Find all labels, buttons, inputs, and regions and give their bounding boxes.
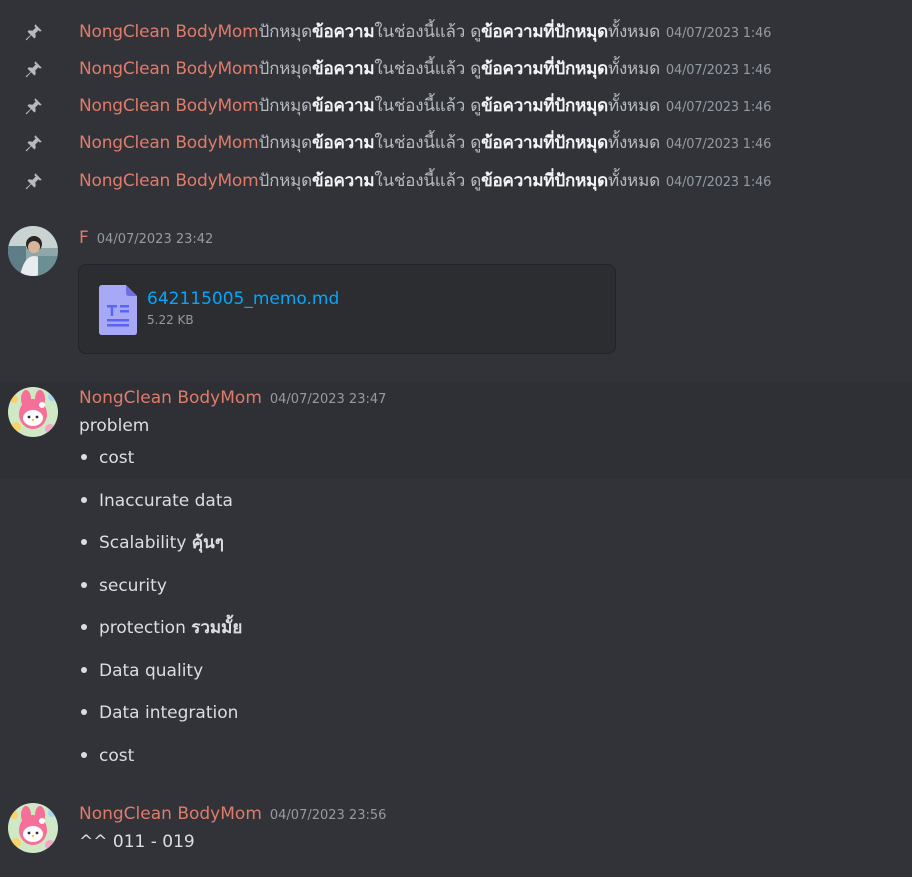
pin-text: ทั้งหมด: [607, 22, 660, 42]
list-item: security: [79, 575, 167, 597]
list-item-text: security: [99, 576, 167, 596]
pinned-messages-link[interactable]: ข้อความที่ปักหมุด: [481, 22, 608, 42]
document-icon: [99, 285, 137, 335]
message-timestamp: 04/07/2023 23:42: [96, 232, 214, 247]
message-author[interactable]: NongClean BodyMom: [79, 388, 262, 408]
avatar-nongclean[interactable]: [8, 387, 58, 437]
pinned-system-message: NongClean BodyMomปักหมุดข้อความในช่องนี้…: [0, 87, 912, 124]
pin-message-link[interactable]: ข้อความ: [312, 171, 375, 191]
list-item-note: คุ้นๆ: [191, 533, 224, 553]
avatar-f[interactable]: [8, 226, 58, 276]
list-item-text: protection: [99, 618, 192, 638]
file-name-link[interactable]: 642115005_memo.md: [147, 289, 339, 309]
pin-author[interactable]: NongClean BodyMom: [79, 22, 259, 42]
pinned-system-message: NongClean BodyMomปักหมุดข้อความในช่องนี้…: [0, 13, 912, 50]
pin-icon: [25, 98, 42, 115]
pin-icon: [25, 135, 42, 152]
avatar-nongclean[interactable]: [8, 803, 58, 853]
pin-author[interactable]: NongClean BodyMom: [79, 171, 259, 191]
pin-author[interactable]: NongClean BodyMom: [79, 96, 259, 116]
message-author[interactable]: F: [79, 228, 89, 248]
message-timestamp: 04/07/2023 23:56: [269, 808, 387, 823]
pin-message-link[interactable]: ข้อความ: [312, 59, 375, 79]
list-item-text: Scalability: [99, 533, 192, 553]
pin-text: ในช่องนี้แล้ว ดู: [374, 22, 482, 42]
list-item-text: Inaccurate data: [99, 491, 233, 511]
pin-timestamp: 04/07/2023 1:46: [665, 26, 772, 41]
pin-text: ในช่องนี้แล้ว ดู: [374, 59, 482, 79]
bullet-dot: [81, 751, 87, 758]
pin-text: ในช่องนี้แล้ว ดู: [374, 133, 482, 153]
pin-text: ปักหมุด: [258, 171, 313, 191]
message-author[interactable]: NongClean BodyMom: [79, 804, 262, 824]
bullet-dot: [81, 496, 87, 503]
pin-text: ในช่องนี้แล้ว ดู: [374, 171, 482, 191]
list-item: cost: [79, 447, 134, 469]
bullet-dot: [81, 453, 87, 460]
pin-author[interactable]: NongClean BodyMom: [79, 59, 259, 79]
pin-text: ปักหมุด: [258, 59, 313, 79]
pinned-messages-link[interactable]: ข้อความที่ปักหมุด: [481, 96, 608, 116]
pin-icon: [25, 61, 42, 78]
list-item: Data quality: [79, 660, 203, 682]
pin-text: ทั้งหมด: [607, 133, 660, 153]
list-item: Inaccurate data: [79, 490, 233, 512]
bullet-dot: [81, 623, 87, 630]
list-item: cost: [79, 745, 134, 767]
message-timestamp: 04/07/2023 23:47: [269, 392, 387, 407]
pinned-system-message: NongClean BodyMomปักหมุดข้อความในช่องนี้…: [0, 162, 912, 199]
pinned-system-message: NongClean BodyMomปักหมุดข้อความในช่องนี้…: [0, 50, 912, 87]
pin-icon: [25, 173, 42, 190]
pin-timestamp: 04/07/2023 1:46: [665, 63, 772, 78]
pinned-messages-link[interactable]: ข้อความที่ปักหมุด: [481, 171, 608, 191]
message-text: problem: [79, 416, 150, 436]
pin-message-link[interactable]: ข้อความ: [312, 133, 375, 153]
pin-message-link[interactable]: ข้อความ: [312, 96, 375, 116]
list-item-text: Data integration: [99, 703, 239, 723]
pin-author[interactable]: NongClean BodyMom: [79, 133, 259, 153]
pinned-messages-link[interactable]: ข้อความที่ปักหมุด: [481, 59, 608, 79]
pin-text: ทั้งหมด: [607, 59, 660, 79]
file-size: 5.22 KB: [147, 313, 194, 327]
pin-text: ปักหมุด: [258, 133, 313, 153]
pin-text: ปักหมุด: [258, 96, 313, 116]
bullet-dot: [81, 538, 87, 545]
list-item: protection รวมมั้ย: [79, 617, 242, 639]
pinned-system-message: NongClean BodyMomปักหมุดข้อความในช่องนี้…: [0, 124, 912, 161]
list-item-text: cost: [99, 448, 135, 468]
pin-icon: [25, 24, 42, 41]
list-item-text: Data quality: [99, 661, 204, 681]
pin-timestamp: 04/07/2023 1:46: [665, 137, 772, 152]
pin-timestamp: 04/07/2023 1:46: [665, 100, 772, 115]
pin-message-link[interactable]: ข้อความ: [312, 22, 375, 42]
pin-text: ทั้งหมด: [607, 171, 660, 191]
list-item-text: cost: [99, 746, 135, 766]
bullet-dot: [81, 708, 87, 715]
list-item: Scalability คุ้นๆ: [79, 532, 224, 554]
pin-timestamp: 04/07/2023 1:46: [665, 175, 772, 190]
pin-text: ทั้งหมด: [607, 96, 660, 116]
pin-text: ปักหมุด: [258, 22, 313, 42]
list-item-note: รวมมั้ย: [191, 618, 243, 638]
list-item: Data integration: [79, 702, 238, 724]
pinned-messages-link[interactable]: ข้อความที่ปักหมุด: [481, 133, 608, 153]
message-text: ^^ 011 - 019: [79, 832, 195, 852]
bullet-dot: [81, 666, 87, 673]
file-attachment[interactable]: 642115005_memo.md 5.22 KB: [78, 264, 616, 354]
bullet-dot: [81, 581, 87, 588]
pin-text: ในช่องนี้แล้ว ดู: [374, 96, 482, 116]
